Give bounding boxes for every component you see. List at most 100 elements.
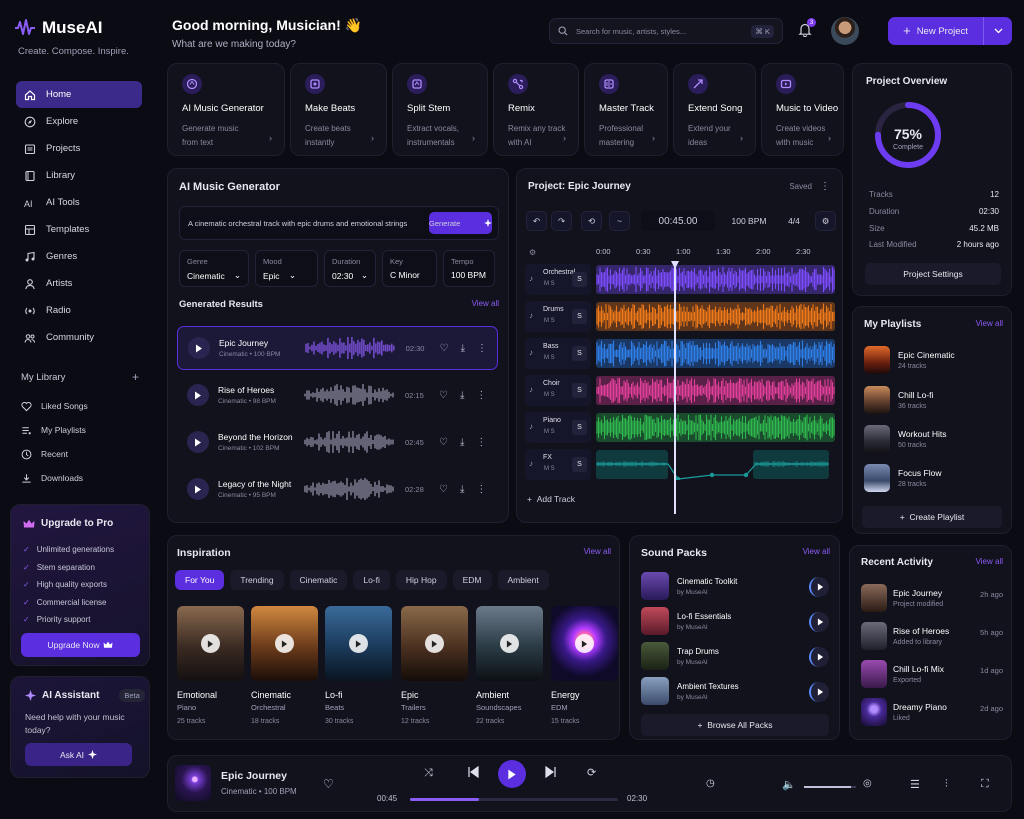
nav-item-library[interactable]: Library — [16, 162, 142, 189]
solo-button[interactable]: S — [572, 346, 587, 361]
mute-solo-toggle[interactable]: M S — [544, 281, 555, 287]
tool-card-ai-music-generator[interactable]: AI Music Generator Generate music from te… — [167, 63, 285, 156]
pack-item[interactable]: Trap Drums by MuseAI — [641, 642, 829, 670]
library-item-liked-songs[interactable]: Liked Songs — [21, 394, 141, 418]
previous-button[interactable] — [467, 766, 479, 778]
solo-button[interactable]: S — [572, 457, 587, 472]
filter-cinematic[interactable]: Cinematic — [289, 570, 348, 590]
snap-button[interactable]: ~ — [609, 211, 630, 231]
nav-item-home[interactable]: Home — [16, 81, 142, 108]
duration-select[interactable]: Duration 02:30 ⌄ — [324, 250, 376, 287]
playlist-item[interactable]: Focus Flow 28 tracks — [864, 464, 941, 492]
ask-ai-button[interactable]: Ask AI — [25, 743, 132, 766]
filter-for-you[interactable]: For You — [175, 570, 225, 590]
tool-card-split-stem[interactable]: Split Stem Extract vocals, instrumentals … — [392, 63, 488, 156]
activity-item[interactable]: Chill Lo-fi Mix Exported 1d ago — [861, 660, 1003, 688]
inspiration-card[interactable]: Emotional Piano 25 tracks — [177, 606, 244, 725]
play-button[interactable] — [575, 634, 594, 653]
tool-card-remix[interactable]: Remix Remix any track with AI › — [493, 63, 579, 156]
pack-play-button[interactable] — [809, 612, 829, 632]
progress-bar[interactable] — [410, 798, 618, 801]
next-button[interactable] — [545, 766, 557, 778]
view-all-link[interactable]: View all — [472, 299, 499, 310]
view-all-link[interactable]: View all — [584, 547, 611, 559]
track-lane[interactable] — [596, 301, 835, 332]
mood-select[interactable]: Mood Epic ⌄ — [255, 250, 318, 287]
nav-item-projects[interactable]: Projects — [16, 135, 142, 162]
download-icon[interactable]: ⤓ — [461, 343, 465, 354]
library-item-downloads[interactable]: Downloads — [21, 466, 141, 490]
pack-play-button[interactable] — [809, 577, 829, 597]
more-icon[interactable]: ⋮ — [476, 484, 486, 495]
volume-button[interactable]: 🔈 — [782, 778, 796, 791]
view-all-link[interactable]: View all — [976, 557, 1003, 568]
play-button[interactable] — [188, 337, 210, 359]
result-item[interactable]: Legacy of the Night Cinematic • 95 BPM 02… — [177, 467, 498, 511]
loop-button[interactable]: ⟲ — [581, 211, 602, 231]
heart-icon[interactable]: ♡ — [440, 343, 449, 354]
nav-item-templates[interactable]: Templates — [16, 216, 142, 243]
search-input[interactable] — [576, 26, 744, 36]
playlist-item[interactable]: Chill Lo-fi 36 tracks — [864, 386, 933, 414]
track-settings-icon[interactable]: ⚙ — [529, 248, 536, 257]
more-icon[interactable]: ⋮ — [477, 343, 487, 354]
track-header[interactable]: ♪ Piano M S S — [525, 412, 591, 443]
tool-card-music-to-video[interactable]: Music to Video Create videos with music › — [761, 63, 844, 156]
play-button[interactable] — [349, 634, 368, 653]
output-device-button[interactable]: ◎ — [863, 778, 872, 789]
add-library-icon[interactable]: + — [132, 371, 139, 383]
playlist-item[interactable]: Workout Hits 50 tracks — [864, 425, 947, 453]
activity-item[interactable]: Dreamy Piano Liked 2d ago — [861, 698, 1003, 726]
mute-solo-toggle[interactable]: M S — [544, 429, 555, 435]
more-icon[interactable]: ⋮ — [476, 437, 486, 448]
nav-item-explore[interactable]: Explore — [16, 108, 142, 135]
volume-slider[interactable] — [804, 786, 856, 788]
nav-item-artists[interactable]: Artists — [16, 270, 142, 297]
key-select[interactable]: Key C Minor — [382, 250, 437, 287]
play-button[interactable] — [500, 634, 519, 653]
queue-button[interactable]: ☰ — [910, 778, 920, 791]
solo-button[interactable]: S — [572, 309, 587, 324]
download-icon[interactable]: ⤓ — [460, 484, 464, 495]
track-lane[interactable] — [596, 449, 835, 480]
solo-button[interactable]: S — [572, 383, 587, 398]
new-project-button[interactable]: + New Project — [888, 17, 984, 45]
time-display[interactable]: 00:45.00 — [641, 211, 715, 231]
repeat-button[interactable]: ⟳ — [587, 766, 596, 779]
view-all-link[interactable]: View all — [976, 319, 1003, 330]
inspiration-card[interactable]: Epic Trailers 12 tracks — [401, 606, 468, 725]
signature-display[interactable]: 4/4 — [780, 211, 808, 231]
prompt-input[interactable]: A cinematic orchestral track with epic d… — [179, 206, 499, 240]
playlist-item[interactable]: Epic Cinematic 24 tracks — [864, 346, 955, 374]
bpm-display[interactable]: 100 BPM — [727, 211, 771, 231]
filter-ambient[interactable]: Ambient — [497, 570, 549, 590]
new-project-dropdown[interactable] — [984, 17, 1012, 45]
mute-solo-toggle[interactable]: M S — [544, 466, 555, 472]
library-item-my-playlists[interactable]: My Playlists — [21, 418, 141, 442]
play-button[interactable] — [187, 478, 209, 500]
library-item-recent[interactable]: Recent — [21, 442, 141, 466]
like-button[interactable]: ♡ — [323, 777, 334, 791]
play-button[interactable] — [275, 634, 294, 653]
fullscreen-button[interactable]: ⛶ — [981, 778, 989, 791]
pack-play-button[interactable] — [809, 682, 829, 702]
download-icon[interactable]: ⤓ — [460, 390, 464, 401]
nav-item-radio[interactable]: Radio — [16, 297, 142, 324]
track-lane[interactable] — [596, 375, 835, 406]
browse-packs-button[interactable]: + Browse All Packs — [641, 714, 829, 736]
play-button[interactable] — [425, 634, 444, 653]
pack-item[interactable]: Lo-fi Essentials by MuseAI — [641, 607, 829, 635]
add-track-button[interactable]: + Add Track — [527, 494, 575, 504]
heart-icon[interactable]: ♡ — [439, 390, 448, 401]
download-icon[interactable]: ⤓ — [460, 437, 464, 448]
nav-item-ai-tools[interactable]: AI AI Tools — [16, 189, 142, 216]
play-button[interactable] — [201, 634, 220, 653]
result-item[interactable]: Beyond the Horizon Cinematic • 102 BPM 02… — [177, 420, 498, 464]
play-button[interactable] — [187, 431, 209, 453]
inspiration-card[interactable]: Ambient Soundscapes 22 tracks — [476, 606, 543, 725]
result-item[interactable]: Epic Journey Cinematic • 100 BPM 02:30 ♡ … — [177, 326, 498, 370]
avatar[interactable] — [831, 17, 859, 45]
nav-item-genres[interactable]: Genres — [16, 243, 142, 270]
tempo-input[interactable]: Tempo 100 BPM — [443, 250, 495, 287]
filter-trending[interactable]: Trending — [230, 570, 284, 590]
